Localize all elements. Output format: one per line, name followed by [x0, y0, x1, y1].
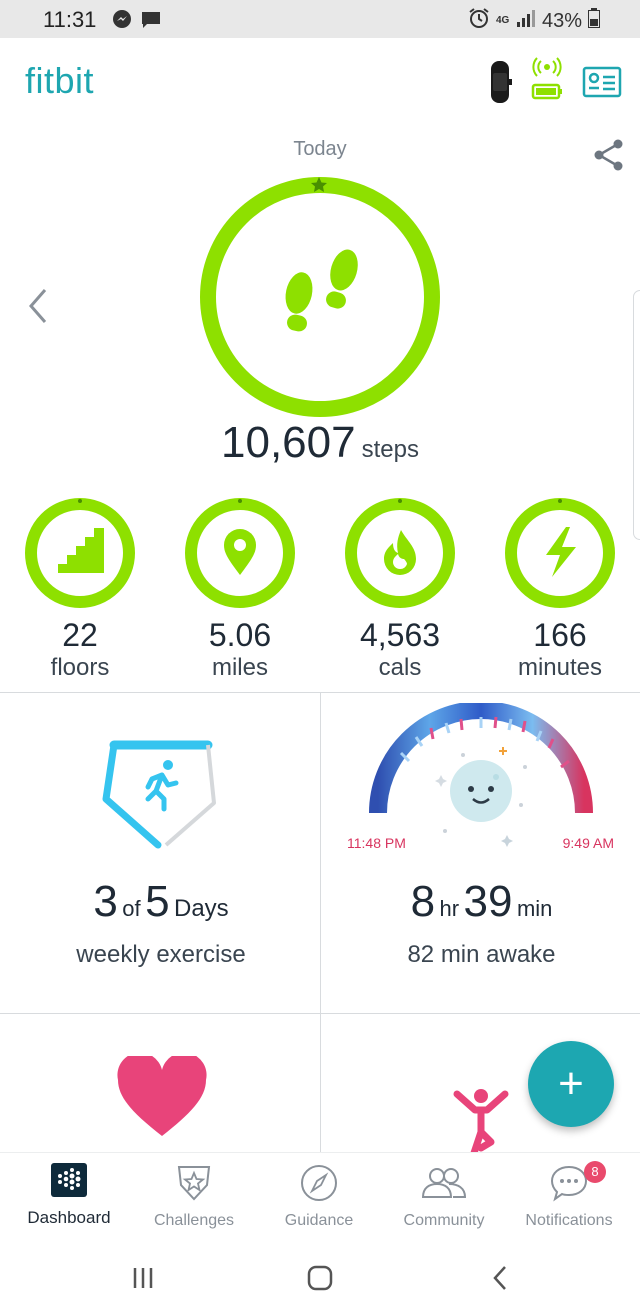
- app-header: fitbit: [0, 38, 640, 128]
- status-bar: 11:31 4G 43%: [0, 0, 640, 38]
- status-time: 11:31: [43, 7, 97, 32]
- bottom-nav: Dashboard Challenges Guidance Community …: [0, 1152, 640, 1248]
- calories-value: 4,563: [359, 617, 441, 653]
- exercise-days-label: Days: [174, 895, 229, 922]
- previous-day-icon[interactable]: [26, 286, 50, 331]
- dashboard-icon: [51, 1163, 87, 1197]
- sleep-hr-label: hr: [439, 896, 460, 921]
- calories-unit: cals: [378, 654, 422, 681]
- stat-calories[interactable]: 4,563 cals: [340, 497, 460, 683]
- exercise-total: 5: [145, 877, 170, 926]
- community-icon: [421, 1168, 467, 1198]
- sleep-minutes: 39: [463, 877, 513, 926]
- profile-card-icon[interactable]: [582, 66, 622, 103]
- sleep-end-time: 9:49 AM: [562, 835, 614, 851]
- minutes-value: 166: [533, 617, 587, 653]
- exercise-subtitle: weekly exercise: [76, 941, 246, 968]
- miles-unit: miles: [211, 654, 268, 681]
- exercise-badge-icon: [102, 740, 216, 849]
- battery-percent: 43%: [541, 9, 582, 32]
- nav-guidance-label: Guidance: [284, 1212, 354, 1229]
- tracker-device-icon[interactable]: [482, 61, 518, 108]
- nav-community[interactable]: Community: [384, 1163, 504, 1230]
- moon-icon: [450, 760, 512, 822]
- steps-summary: 10,607 steps: [0, 418, 640, 468]
- nav-guidance[interactable]: Guidance: [259, 1163, 379, 1230]
- lightning-icon: [505, 498, 615, 608]
- nav-notifications[interactable]: 8 Notifications: [509, 1161, 629, 1230]
- steps-value: 10,607: [221, 418, 356, 467]
- stat-distance[interactable]: 5.06 miles: [180, 497, 300, 683]
- signal-icon: [516, 9, 536, 33]
- exercise-summary: 3 of 5 Days: [0, 877, 320, 927]
- sleep-summary: 8 hr 39 min: [321, 877, 640, 927]
- sleep-hours: 8: [410, 877, 436, 926]
- exercise-tile[interactable]: 3 of 5 Days weekly exercise: [0, 692, 321, 1014]
- floors-unit: floors: [50, 654, 110, 681]
- alarm-icon: [468, 7, 490, 35]
- nav-dashboard[interactable]: Dashboard: [9, 1163, 129, 1228]
- status-right: 4G 43%: [468, 7, 600, 35]
- steps-unit: steps: [361, 436, 419, 463]
- fitbit-logo: fitbit: [25, 60, 95, 101]
- home-icon[interactable]: [307, 1265, 333, 1296]
- back-icon[interactable]: [490, 1265, 510, 1296]
- recent-apps-icon[interactable]: [131, 1266, 155, 1295]
- side-panel-handle[interactable]: [633, 290, 640, 540]
- nav-notifications-label: Notifications: [525, 1212, 613, 1229]
- nav-dashboard-label: Dashboard: [27, 1208, 111, 1227]
- runner-icon: [145, 760, 179, 812]
- nav-challenges-label: Challenges: [153, 1212, 235, 1229]
- miles-value: 5.06: [208, 617, 272, 653]
- messenger-icon: [112, 9, 132, 34]
- share-icon[interactable]: [592, 138, 626, 177]
- location-pin-icon: [185, 498, 295, 608]
- minutes-unit: minutes: [517, 654, 603, 681]
- stat-active-minutes[interactable]: 166 minutes: [500, 497, 620, 683]
- footprints-icon: [285, 249, 358, 332]
- floors-value: 22: [62, 617, 98, 653]
- exercise-of: of: [122, 896, 141, 921]
- battery-icon: [588, 8, 600, 34]
- nav-community-label: Community: [403, 1212, 485, 1229]
- notifications-badge: 8: [584, 1161, 606, 1183]
- steps-ring[interactable]: [198, 175, 442, 424]
- exercise-count: 3: [93, 877, 118, 926]
- sleep-min-label: min: [516, 896, 553, 921]
- heart-icon: [117, 1056, 207, 1136]
- stat-floors[interactable]: 22 floors: [20, 497, 140, 683]
- sync-status-icon[interactable]: [528, 55, 566, 106]
- nav-challenges[interactable]: Challenges: [134, 1163, 254, 1230]
- yoga-pose-icon: [453, 1089, 509, 1156]
- stairs-icon: [25, 498, 135, 608]
- sleep-chart: [369, 703, 593, 847]
- challenges-icon: [177, 1166, 211, 1201]
- flame-icon: [345, 498, 455, 608]
- compass-icon: [301, 1165, 337, 1201]
- sleep-start-time: 11:48 PM: [347, 835, 406, 851]
- add-button[interactable]: +: [528, 1041, 614, 1127]
- sleep-tile[interactable]: 11:48 PM 9:49 AM 8 hr 39 min 82 min awak…: [320, 692, 640, 1014]
- sleep-subtitle: 82 min awake: [407, 941, 556, 968]
- system-nav: [0, 1248, 640, 1316]
- day-label: Today: [293, 138, 347, 160]
- network-type: 4G: [495, 15, 510, 26]
- message-icon: [140, 10, 162, 35]
